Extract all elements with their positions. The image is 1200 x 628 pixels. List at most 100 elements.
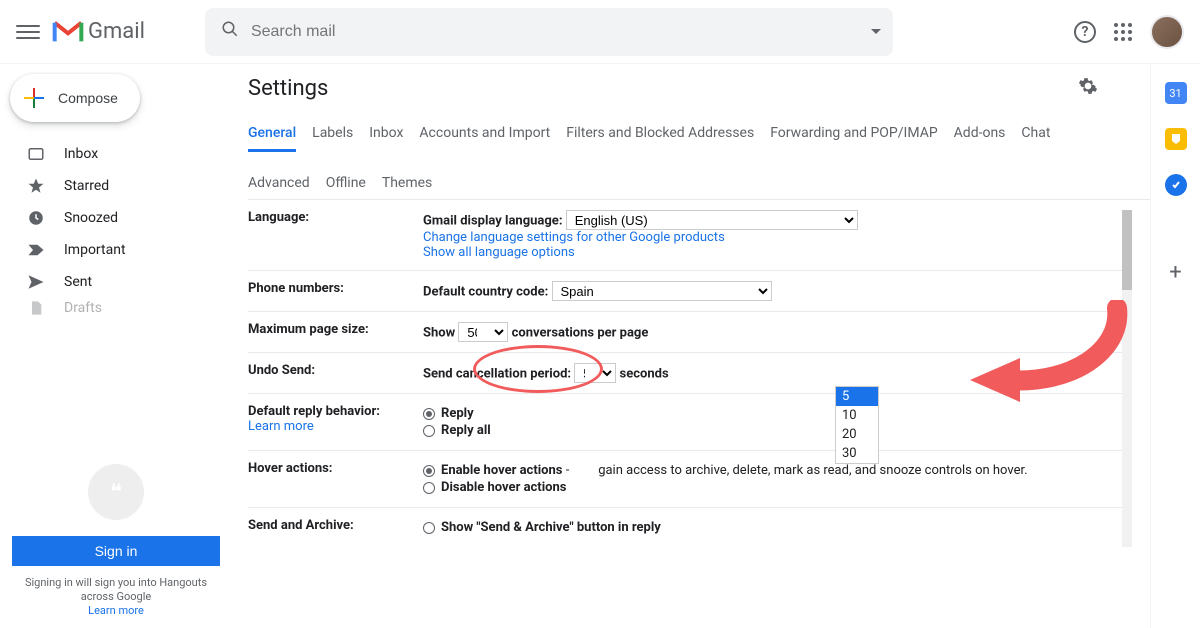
- row-content: Gmail display language: English (US) Cha…: [423, 210, 858, 260]
- header-right: ?: [1074, 15, 1184, 49]
- hover-radio-enable[interactable]: Enable hover actions - xxxxgain access t…: [423, 463, 1028, 478]
- row-content: Default country code: Spain: [423, 281, 772, 301]
- row-content: Reply Reply all: [423, 404, 491, 440]
- undo-suffix: seconds: [620, 367, 669, 382]
- star-icon: [26, 177, 46, 195]
- main-content: Settings General Labels Inbox Accounts a…: [232, 64, 1150, 628]
- radio-icon: [423, 425, 435, 437]
- header: Gmail ?: [0, 0, 1200, 64]
- radio-icon: [423, 408, 435, 420]
- dropdown-option[interactable]: 20: [836, 425, 878, 444]
- row-reply: Default reply behavior: Learn more Reply…: [248, 394, 1126, 451]
- radio-icon: [423, 482, 435, 494]
- display-language-label: Gmail display language:: [423, 214, 562, 229]
- inbox-icon: [26, 145, 46, 163]
- radio-icon: [423, 522, 435, 534]
- sidebar-item-snoozed[interactable]: Snoozed: [8, 202, 232, 234]
- sidebar-item-label: Important: [64, 242, 126, 258]
- row-label: Hover actions:: [248, 461, 423, 497]
- pagesize-select[interactable]: 50: [458, 322, 508, 342]
- country-code-select[interactable]: Spain: [552, 281, 772, 301]
- tab-forwarding[interactable]: Forwarding and POP/IMAP: [770, 117, 937, 151]
- search-box[interactable]: [205, 8, 893, 56]
- dropdown-option[interactable]: 10: [836, 406, 878, 425]
- apps-icon[interactable]: [1114, 23, 1132, 41]
- row-sendarchive: Send and Archive: Show "Send & Archive" …: [248, 508, 1126, 547]
- sidebar-item-label: Snoozed: [64, 210, 118, 226]
- reply-radio-reply[interactable]: Reply: [423, 406, 491, 421]
- row-label: Phone numbers:: [248, 281, 423, 301]
- tab-offline[interactable]: Offline: [326, 167, 366, 199]
- settings-tabs: General Labels Inbox Accounts and Import…: [248, 117, 1150, 200]
- row-content: Send cancellation period: 5 seconds: [423, 363, 669, 383]
- tab-accounts[interactable]: Accounts and Import: [419, 117, 550, 151]
- row-label: Maximum page size:: [248, 322, 423, 342]
- compose-button[interactable]: Compose: [10, 74, 140, 122]
- tab-filters[interactable]: Filters and Blocked Addresses: [566, 117, 754, 151]
- country-code-label: Default country code:: [423, 285, 548, 300]
- sidebar: Compose Inbox Starred Snoozed Important …: [0, 64, 232, 628]
- row-label: Language:: [248, 210, 423, 260]
- search-input[interactable]: [251, 23, 877, 41]
- row-language: Language: Gmail display language: Englis…: [248, 200, 1126, 271]
- undo-period-select[interactable]: 5: [574, 363, 616, 383]
- row-phone: Phone numbers: Default country code: Spa…: [248, 271, 1126, 312]
- avatar[interactable]: [1150, 15, 1184, 49]
- sidebar-item-sent[interactable]: Sent: [8, 266, 232, 298]
- scrollbar-thumb[interactable]: [1122, 210, 1132, 290]
- row-content: Enable hover actions - xxxxgain access t…: [423, 461, 1028, 497]
- drafts-icon: [26, 299, 46, 317]
- tab-addons[interactable]: Add-ons: [954, 117, 1006, 151]
- important-icon: [26, 243, 46, 257]
- row-label: Default reply behavior: Learn more: [248, 404, 423, 440]
- dropdown-option[interactable]: 30: [836, 444, 878, 463]
- tab-general[interactable]: General: [248, 117, 296, 152]
- sidebar-item-drafts[interactable]: Drafts: [8, 298, 232, 318]
- add-addon-icon[interactable]: +: [1169, 260, 1181, 285]
- hangouts-text: Signing in will sign you into Hangouts a…: [8, 576, 224, 618]
- learn-more-link[interactable]: Learn more: [248, 419, 314, 434]
- hover-radio-disable[interactable]: Disable hover actions: [423, 480, 1028, 495]
- change-lang-link[interactable]: Change language settings for other Googl…: [423, 230, 725, 245]
- send-icon: [26, 273, 46, 291]
- gmail-m-icon: [52, 20, 84, 44]
- tab-advanced[interactable]: Advanced: [248, 167, 310, 199]
- row-label: Undo Send:: [248, 363, 423, 383]
- gear-icon[interactable]: [1078, 76, 1098, 101]
- tab-inbox[interactable]: Inbox: [369, 117, 403, 151]
- pagesize-prefix: Show: [423, 326, 455, 341]
- row-hover: Hover actions: Enable hover actions - xx…: [248, 451, 1126, 508]
- show-lang-link[interactable]: Show all language options: [423, 245, 575, 260]
- pagesize-suffix: conversations per page: [512, 326, 649, 341]
- row-content: Show 50 conversations per page: [423, 322, 648, 342]
- undo-period-label: Send cancellation period:: [423, 367, 571, 382]
- sidebar-item-label: Drafts: [64, 300, 102, 316]
- gmail-logo[interactable]: Gmail: [52, 19, 145, 44]
- tab-themes[interactable]: Themes: [382, 167, 432, 199]
- tab-labels[interactable]: Labels: [312, 117, 353, 151]
- hangouts-icon: ❝: [88, 464, 144, 520]
- row-content: Show "Send & Archive" button in reply: [423, 518, 661, 537]
- tasks-icon[interactable]: [1165, 174, 1187, 196]
- calendar-icon[interactable]: 31: [1165, 82, 1187, 104]
- reply-radio-replyall[interactable]: Reply all: [423, 423, 491, 438]
- sidebar-item-starred[interactable]: Starred: [8, 170, 232, 202]
- search-options-icon[interactable]: [871, 29, 881, 34]
- sidebar-item-label: Inbox: [64, 146, 98, 162]
- sidebar-item-inbox[interactable]: Inbox: [8, 138, 232, 170]
- settings-body: Language: Gmail display language: Englis…: [248, 200, 1150, 547]
- undo-period-dropdown[interactable]: 5 10 20 30: [835, 386, 879, 464]
- help-icon[interactable]: ?: [1074, 21, 1096, 43]
- tab-chat[interactable]: Chat: [1021, 117, 1050, 151]
- row-pagesize: Maximum page size: Show 50 conversations…: [248, 312, 1126, 353]
- display-language-select[interactable]: English (US): [566, 210, 858, 230]
- sidebar-item-important[interactable]: Important: [8, 234, 232, 266]
- menu-icon[interactable]: [16, 20, 40, 44]
- learn-more-link[interactable]: Learn more: [88, 604, 144, 617]
- right-rail: 31 +: [1150, 64, 1200, 628]
- keep-icon[interactable]: [1165, 128, 1187, 150]
- signin-button[interactable]: Sign in: [12, 536, 220, 566]
- dropdown-option[interactable]: 5: [836, 387, 878, 406]
- sendarchive-radio[interactable]: Show "Send & Archive" button in reply: [423, 520, 661, 535]
- search-icon: [221, 20, 239, 43]
